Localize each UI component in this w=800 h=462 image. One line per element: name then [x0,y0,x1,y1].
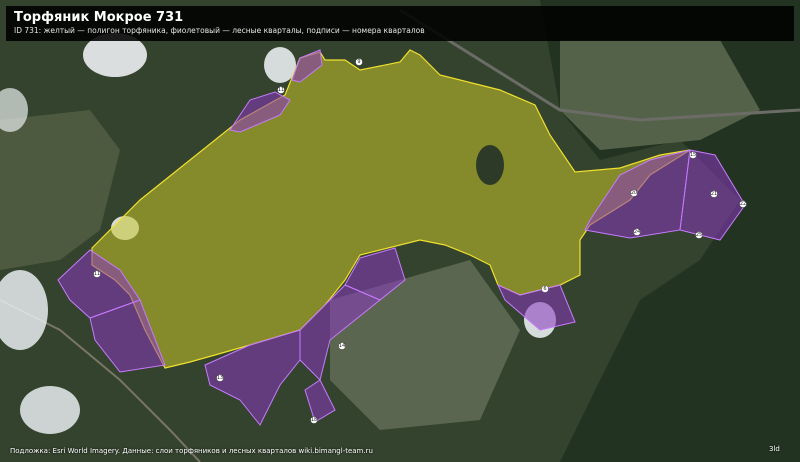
quarter-label-marker[interactable]: 6 [541,285,549,293]
quarter-label-marker[interactable]: 22 [739,200,747,208]
map-subtitle: ID 731: желтый — полигон торфяника, фиол… [14,26,425,35]
quarter-label-marker[interactable]: 11 [277,86,285,94]
quarter-label: 24 [634,229,640,235]
quarter-label: 15 [690,152,696,158]
peat-lake [476,145,504,185]
quarter-label: 9 [357,59,360,65]
quarter-label: 6 [543,286,546,292]
quarter-label: 11 [94,271,100,277]
quarter-label-marker[interactable]: 18 [310,416,318,424]
quarter-label: 18 [311,417,317,423]
quarter-label: 25 [696,232,702,238]
map-title: Торфяник Мокрое 731 [14,10,184,25]
map-attribution: Подложка: Esri World Imagery. Данные: сл… [10,447,373,455]
map-title-panel: Торфяник Мокрое 731 ID 731: желтый — пол… [6,6,794,41]
satellite-map[interactable]: 11 9 11 15 20 21 22 24 25 13 14 18 6 [0,0,800,462]
quarter-label-marker[interactable]: 25 [695,231,703,239]
quarter-label-marker[interactable]: 11 [93,270,101,278]
quarter-label: 21 [711,191,717,197]
cloud [264,47,296,83]
quarter-label: 13 [217,375,223,381]
quarter-label-marker[interactable]: 9 [355,58,363,66]
quarter-label: 14 [339,343,345,349]
cloud [20,386,80,434]
quarter-label-marker[interactable]: 14 [338,342,346,350]
quarter-label-marker[interactable]: 24 [633,228,641,236]
quarter-label-marker[interactable]: 20 [630,189,638,197]
quarter-label: 11 [278,87,284,93]
quarter-label: 20 [631,190,637,196]
quarter-label-marker[interactable]: 21 [710,190,718,198]
quarter-label-marker[interactable]: 15 [689,151,697,159]
quarter-label-marker[interactable]: 13 [216,374,224,382]
quarter-label: 22 [740,201,746,207]
corner-label: 3ld [769,445,780,453]
